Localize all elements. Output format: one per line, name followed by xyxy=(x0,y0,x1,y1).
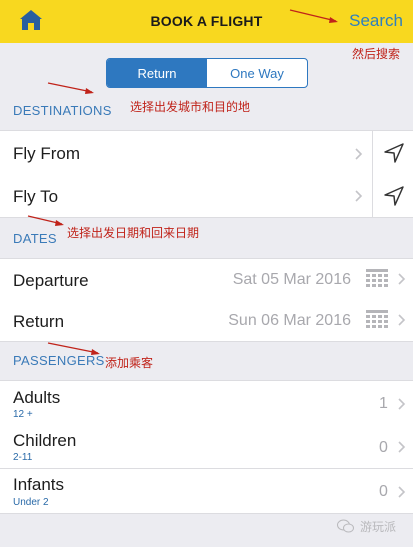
infants-label: Infants xyxy=(13,475,65,494)
chevron-right-icon xyxy=(398,398,406,410)
departure-date-value: Sat 05 Mar 2016 xyxy=(232,271,351,288)
chevron-right-icon xyxy=(355,190,363,202)
annotation-arrow xyxy=(47,82,94,94)
return-row[interactable]: Return Sun 06 Mar 2016 xyxy=(0,300,413,342)
departure-label: Departure xyxy=(13,271,89,290)
chevron-right-icon xyxy=(398,486,406,498)
chevron-right-icon xyxy=(398,273,406,285)
annotation-arrow xyxy=(289,9,338,23)
infants-age-range: Under 2 xyxy=(13,497,49,508)
watermark: 游玩派 xyxy=(360,520,397,534)
departure-row[interactable]: Departure Sat 05 Mar 2016 xyxy=(0,258,413,301)
segment-one-way[interactable]: One Way xyxy=(207,59,307,87)
fly-from-label: Fly From xyxy=(13,144,81,163)
destinations-section-label: DESTINATIONS xyxy=(13,103,112,118)
search-button[interactable]: Search xyxy=(349,11,403,31)
children-count: 0 xyxy=(379,439,388,456)
segment-return[interactable]: Return xyxy=(107,59,207,87)
trip-type-segmented-control: Return One Way xyxy=(106,58,308,88)
divider xyxy=(372,131,373,175)
annotation-destinations: 选择出发城市和目的地 xyxy=(130,100,251,114)
annotation-dates: 选择出发日期和回来日期 xyxy=(67,226,200,240)
adults-row[interactable]: Adults 12 + 1 xyxy=(0,380,413,426)
annotation-search: 然后搜索 xyxy=(352,47,401,61)
fly-from-row[interactable]: Fly From xyxy=(0,130,413,176)
fly-to-label: Fly To xyxy=(13,187,59,206)
chevron-right-icon xyxy=(398,314,406,326)
wechat-icon xyxy=(337,519,354,533)
calendar-grid-icon xyxy=(366,310,388,328)
annotation-passengers: 添加乘客 xyxy=(105,356,154,370)
divider xyxy=(372,175,373,217)
dates-section-label: DATES xyxy=(13,231,57,246)
location-arrow-icon[interactable] xyxy=(383,142,405,164)
return-label: Return xyxy=(13,312,65,331)
children-row[interactable]: Children 2-11 0 xyxy=(0,425,413,469)
annotation-arrow xyxy=(27,215,64,226)
fly-to-row[interactable]: Fly To xyxy=(0,175,413,218)
adults-age-range: 12 + xyxy=(13,409,33,420)
annotation-arrow xyxy=(47,342,100,355)
top-bar: BOOK A FLIGHT Search xyxy=(0,0,413,43)
adults-count: 1 xyxy=(379,395,388,412)
calendar-grid-icon xyxy=(366,269,388,287)
adults-label: Adults xyxy=(13,388,61,407)
infants-count: 0 xyxy=(379,483,388,500)
chevron-right-icon xyxy=(398,441,406,453)
children-label: Children xyxy=(13,431,77,450)
children-age-range: 2-11 xyxy=(13,452,33,463)
infants-row[interactable]: Infants Under 2 0 xyxy=(0,469,413,514)
return-date-value: Sun 06 Mar 2016 xyxy=(228,312,351,329)
location-arrow-icon[interactable] xyxy=(383,185,405,207)
chevron-right-icon xyxy=(355,148,363,160)
